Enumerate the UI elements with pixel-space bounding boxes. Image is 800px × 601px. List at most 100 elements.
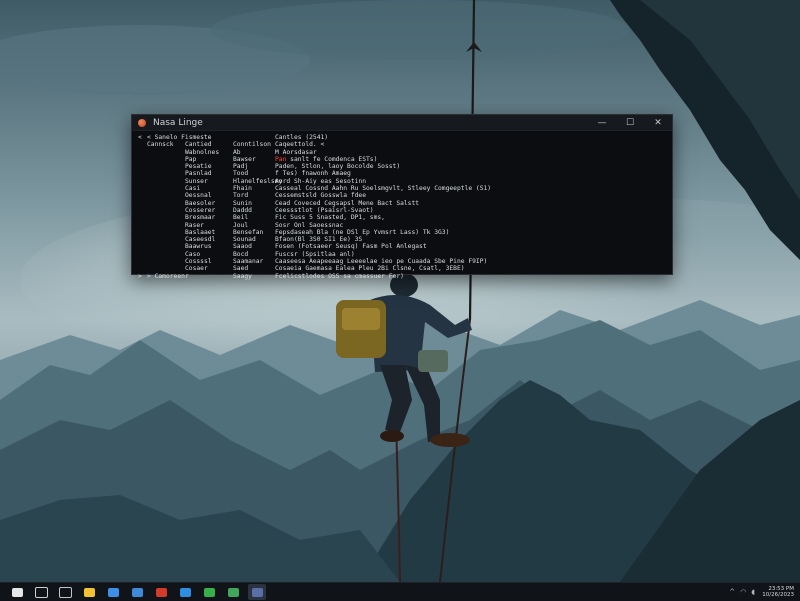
taskbar: ^ ◠ ◖ 23:53 PM 10/26/2023 (0, 582, 800, 601)
console-cell-c4: Fuscsr (Spsitlaa anl) (275, 250, 355, 258)
taskbar-edge-button[interactable] (152, 584, 170, 600)
console-cell-c4: Fepsdaseah Bla (ne DSl Ep Yvmsrt Lass) T… (275, 228, 450, 236)
console-cell-c2: Pasnlad (185, 170, 212, 178)
console-cell-c1 (147, 265, 185, 272)
terminal-window[interactable]: Nasa Linge — ☐ ✕ < < Sanelo Fismeste Cantl… (131, 114, 673, 280)
console-cell-c0 (138, 170, 147, 177)
console-cell-c0 (138, 156, 147, 163)
console-cell-c3: Saagy (233, 272, 252, 280)
console-cell-c4: Bfaon(Bl 3S0 SI1 Ee) 3S (275, 236, 363, 244)
console-cell-c4: Cantles (2541) (275, 134, 329, 141)
console-cell-c2: Cosserer (185, 206, 216, 214)
console-cell-c1 (147, 258, 185, 265)
console-cell-c2: Cosaer (185, 265, 208, 273)
taskbar-terminal-button[interactable] (248, 584, 266, 600)
console-cell-c4: Cessemstsld Gosswla fdee (275, 192, 366, 200)
console-cell-c3: Conntilson (233, 141, 271, 149)
console-line: Raser Joul Sosr Onl Saoessnac (138, 222, 672, 229)
console-cell-c1 (147, 185, 185, 192)
file-explorer-icon (83, 587, 95, 597)
console-cell-c1 (147, 178, 185, 185)
console-cell-c1 (147, 207, 185, 214)
console-cell-c1 (147, 200, 185, 207)
task-view-icon (58, 586, 72, 598)
console-cell-c1 (147, 214, 185, 221)
console-output[interactable]: < < Sanelo Fismeste Cantles (2541) Cannsck C… (132, 131, 672, 280)
taskbar-search-button[interactable] (32, 584, 50, 600)
store-icon (227, 587, 239, 597)
mail-icon (131, 587, 143, 597)
close-button[interactable]: ✕ (644, 115, 672, 130)
window-titlebar[interactable]: Nasa Linge — ☐ ✕ (132, 115, 672, 131)
clock-date: 10/26/2023 (762, 592, 794, 598)
console-cell-c4: Cead Coveced Cegsapsl Mene Bact Salstt (275, 199, 420, 207)
taskbar-start-button[interactable] (8, 584, 26, 600)
console-cell-c0 (138, 265, 147, 272)
minimize-button[interactable]: — (588, 115, 616, 130)
console-cell-c1 (147, 156, 185, 163)
console-cell-c2: Cantied (185, 141, 212, 149)
taskbar-mail-button[interactable] (128, 584, 146, 600)
taskbar-clock[interactable]: 23:53 PM 10/26/2023 (762, 586, 794, 598)
console-line: Sunser Hlanelfeslsmy Aord Sh-Aiy eas Sesot… (138, 178, 672, 185)
console-highlight: Pan (275, 155, 287, 163)
console-cell-c2: Caso (185, 250, 201, 258)
taskbar-store-button[interactable] (224, 584, 242, 600)
console-cell-c3: Hlanelfeslsmy (233, 177, 283, 185)
console-cell-c4: Fic Suss 5 Snasted, DP1, sms, (275, 214, 385, 222)
console-cell-c2: Raser (185, 221, 204, 229)
taskbar-file-explorer-button[interactable] (80, 584, 98, 600)
console-cell-c1 (147, 149, 185, 156)
console-cell-c3: Tood (233, 170, 249, 178)
console-line: Baslaaet Bensefan Fepsdaseah Bla (ne DSl E… (138, 229, 672, 236)
taskbar-browser-button[interactable] (104, 584, 122, 600)
console-cell-c0: < (138, 134, 142, 141)
console-cell-c0 (138, 258, 147, 265)
console-line: Cannsck Cantied Conntilson Caqeettold. < (138, 141, 672, 148)
window-controls: — ☐ ✕ (588, 115, 672, 130)
console-cell-c2: Oessnal (185, 192, 212, 200)
console-cell-c3: Saed (233, 265, 249, 273)
network-icon[interactable]: ◠ (740, 588, 747, 596)
console-line: Bresmaar Beil Fic Suss 5 Snasted, DP1, sms… (138, 214, 672, 221)
taskbar-task-view-button[interactable] (56, 584, 74, 600)
maximize-button[interactable]: ☐ (616, 115, 644, 130)
console-cell-c3: Sunin (233, 199, 252, 207)
photos-icon (203, 587, 215, 597)
console-line: Cossssl Saamanar Caaseesa Aeapeeaag Leeeel… (138, 258, 672, 265)
console-cell-c3: Daddd (233, 206, 252, 214)
console-cell-c4: Casseal Cossnd Aahn Ru Soelsmgvlt, Stlee… (275, 185, 492, 193)
start-icon (11, 587, 23, 597)
volume-icon[interactable]: ◖ (751, 588, 758, 596)
console-cell-c2: Casi (185, 185, 201, 193)
console-cell-c0 (138, 251, 147, 258)
app-icon (138, 118, 146, 127)
console-line: > > Camoreenr Saagy Fcelicstlodes OSS sa cm… (138, 273, 672, 280)
console-cell-c3: Padj (233, 163, 249, 171)
console-cell-c2: Wabnolnes (185, 148, 220, 156)
console-cell-c2: Bresmaar (185, 214, 216, 222)
console-cell-c0 (138, 200, 147, 207)
chevron-up-icon[interactable]: ^ (729, 588, 736, 596)
console-cell-c1 (147, 222, 185, 229)
console-cell-c3: Tord (233, 192, 249, 200)
console-cell-c0 (138, 214, 147, 221)
console-cell-c0: > (138, 272, 142, 280)
console-cell-c4: Pan sanlt fe Comdenca ESTs) (275, 155, 378, 163)
console-cell-c4: Caaseesa Aeapeeaag Leeeelae ieo pe Cuaad… (275, 258, 488, 266)
console-cell-c0 (138, 163, 147, 170)
console-cell-c3: Saamanar (233, 258, 264, 266)
console-cell-c4: Fcelicstlodes OSS sa cmassuer Fer) (275, 272, 404, 280)
taskbar-photos-button[interactable] (200, 584, 218, 600)
console-line: Cosaer Saed Cosaeia Gaemasa Ealea Pleu 2Bi… (138, 265, 672, 272)
console-line: Caso Bocd Fuscsr (Spsitlaa anl) (138, 251, 672, 258)
taskbar-chat-button[interactable] (176, 584, 194, 600)
system-tray: ^ ◠ ◖ 23:53 PM 10/26/2023 (729, 583, 800, 601)
console-cell-c0 (138, 192, 147, 199)
console-cell-c1: Cannsck (147, 141, 174, 149)
console-cell-c4: M Aorsdasar (275, 148, 317, 156)
console-cell-c2: Cossssl (185, 258, 212, 266)
console-cell-c1 (147, 251, 185, 258)
console-cell-c4: Ceessstlot (Psaisrl-Svaot) (275, 206, 374, 214)
browser-icon (107, 587, 119, 597)
